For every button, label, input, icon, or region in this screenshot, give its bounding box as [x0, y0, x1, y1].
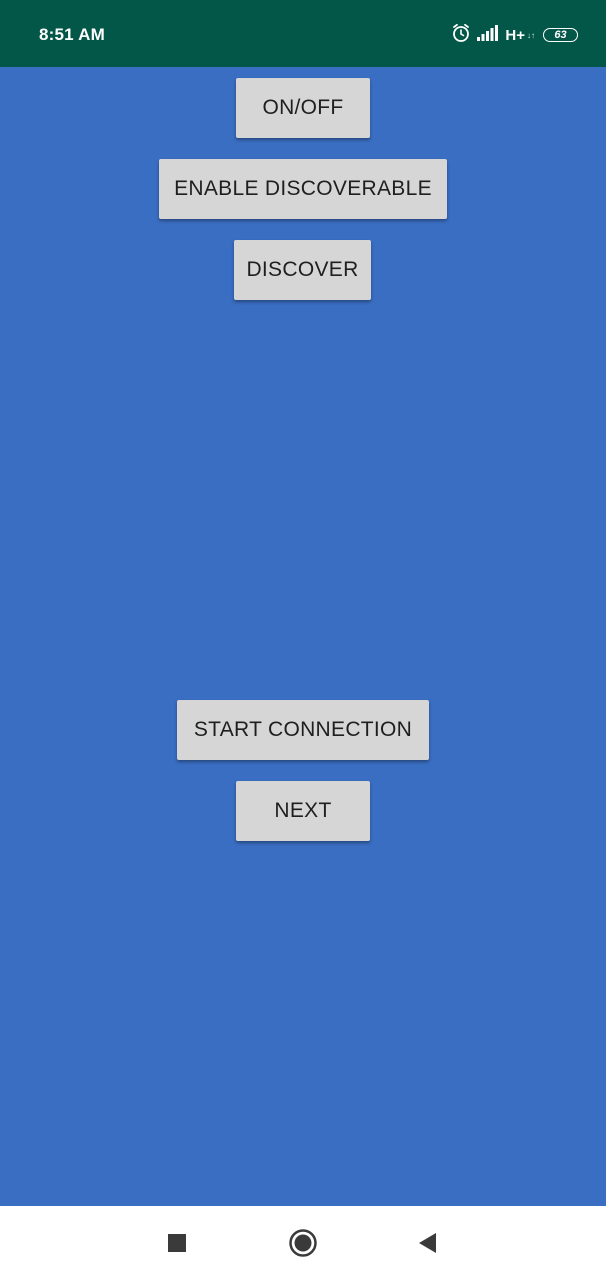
signal-icon: [477, 24, 499, 46]
status-time: 8:51 AM: [39, 25, 105, 44]
discover-button[interactable]: DISCOVER: [234, 240, 371, 300]
back-icon[interactable]: [413, 1229, 441, 1257]
home-icon[interactable]: [289, 1229, 317, 1257]
network-activity: ↓↑: [527, 30, 535, 40]
battery-level: 63: [554, 29, 567, 41]
battery-icon: 63: [543, 28, 578, 42]
on-off-button[interactable]: ON/OFF: [236, 78, 370, 138]
enable-discoverable-button[interactable]: ENABLE DISCOVERABLE: [159, 159, 447, 219]
alarm-icon: [451, 23, 471, 48]
next-button[interactable]: NEXT: [236, 781, 370, 841]
network-type: H+: [505, 26, 525, 44]
status-icons: H+ ↓↑ 63: [451, 23, 578, 48]
main-content: ON/OFF ENABLE DISCOVERABLE DISCOVER STAR…: [0, 67, 606, 1206]
start-connection-button[interactable]: START CONNECTION: [177, 700, 429, 760]
navigation-bar: [0, 1206, 606, 1280]
status-bar: 8:51 AM H+ ↓↑ 63: [0, 0, 606, 67]
recent-apps-icon[interactable]: [163, 1229, 191, 1257]
